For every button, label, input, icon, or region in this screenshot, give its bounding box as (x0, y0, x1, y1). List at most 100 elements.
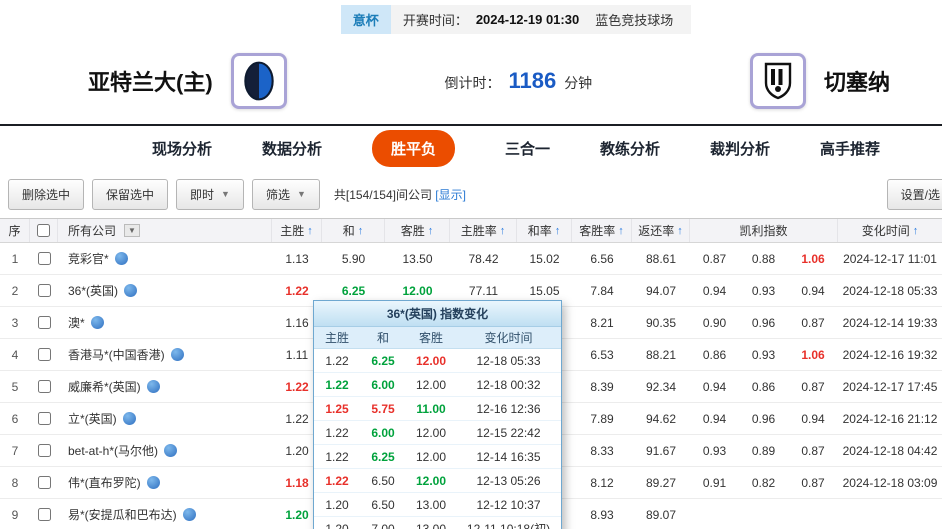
company-detail-icon[interactable] (171, 348, 184, 361)
company-detail-icon[interactable] (147, 380, 160, 393)
popup-away-odds: 12.00 (406, 378, 456, 392)
table-header-row: 序所有公司▼主胜↑和↑客胜↑主胜率↑和率↑客胜率↑返还率↑凯利指数变化时间↑ (0, 218, 942, 243)
row-checkbox-cell (30, 284, 58, 297)
home-team-name: 亚特兰大(主) (88, 65, 213, 97)
popup-away-odds: 12.00 (406, 450, 456, 464)
company-cell[interactable]: 竞彩官* (58, 250, 272, 267)
company-cell[interactable]: bet-at-h*(马尔他) (58, 442, 272, 459)
popup-draw-odds: 5.75 (360, 402, 406, 416)
kelly-index-1: 0.91 (690, 476, 739, 490)
row-checkbox[interactable] (38, 316, 51, 329)
row-checkbox[interactable] (38, 284, 51, 297)
change-time: 2024-12-16 21:12 (838, 412, 942, 426)
tab-win-draw-loss[interactable]: 胜平负 (372, 130, 455, 167)
header-home[interactable]: 主胜↑ (272, 219, 322, 242)
kelly-index-2: 0.86 (739, 380, 788, 394)
away-team-name: 切塞纳 (824, 65, 890, 97)
filter-dropdown[interactable]: 筛选 ▼ (252, 179, 320, 210)
home-team-block: 亚特兰大(主) (88, 53, 287, 109)
company-cell[interactable]: 威廉希*(英国) (58, 378, 272, 395)
popup-draw-odds: 6.25 (360, 450, 406, 464)
match-header: 亚特兰大(主) 倒计时： 1186 分钟 (0, 38, 942, 124)
away-odds: 13.50 (385, 252, 450, 266)
company-cell[interactable]: 伟*(直布罗陀) (58, 474, 272, 491)
tab-live-analysis[interactable]: 现场分析 (152, 138, 212, 159)
header-draw[interactable]: 和↑ (322, 219, 385, 242)
kelly-index-2: 0.93 (739, 348, 788, 362)
select-all-checkbox[interactable] (37, 224, 50, 237)
company-cell[interactable]: 易*(安提瓜和巴布达) (58, 506, 272, 523)
row-number: 8 (0, 476, 30, 490)
tab-coach-analysis[interactable]: 教练分析 (600, 138, 660, 159)
header-home_rate[interactable]: 主胜率↑ (450, 219, 517, 242)
company-detail-icon[interactable] (164, 444, 177, 457)
popup-change-time: 12-18 00:32 (456, 378, 561, 392)
popup-change-time: 12-14 16:35 (456, 450, 561, 464)
countdown-unit: 分钟 (564, 73, 592, 93)
row-checkbox[interactable] (38, 444, 51, 457)
show-link[interactable]: [显示] (435, 188, 466, 202)
popup-row: 1.226.2512.0012-18 05:33 (314, 349, 561, 373)
header-draw_rate[interactable]: 和率↑ (517, 219, 572, 242)
row-checkbox-cell (30, 380, 58, 393)
company-detail-icon[interactable] (115, 252, 128, 265)
league-badge[interactable]: 意杯 (341, 5, 391, 34)
filter-label: 筛选 (266, 186, 290, 203)
tab-referee-analysis[interactable]: 裁判分析 (710, 138, 770, 159)
change-time: 2024-12-17 17:45 (838, 380, 942, 394)
cesena-crest-icon (758, 61, 798, 101)
company-detail-icon[interactable] (124, 284, 137, 297)
row-checkbox-cell (30, 444, 58, 457)
kelly-index-1: 0.94 (690, 284, 739, 298)
time-mode-dropdown[interactable]: 即时 ▼ (176, 179, 244, 210)
header-away[interactable]: 客胜↑ (385, 219, 450, 242)
company-cell[interactable]: 36*(英国) (58, 282, 272, 299)
company-filter-icon[interactable]: ▼ (124, 224, 140, 237)
company-cell[interactable]: 澳* (58, 314, 272, 331)
row-checkbox[interactable] (38, 348, 51, 361)
company-detail-icon[interactable] (183, 508, 196, 521)
return-rate: 91.67 (632, 444, 690, 458)
popup-away-odds: 12.00 (406, 354, 456, 368)
kelly-index-3: 0.87 (788, 380, 838, 394)
return-rate: 94.62 (632, 412, 690, 426)
header-away_rate[interactable]: 客胜率↑ (572, 219, 632, 242)
company-cell[interactable]: 香港马*(中国香港) (58, 346, 272, 363)
company-cell[interactable]: 立*(英国) (58, 410, 272, 427)
settings-button[interactable]: 设置/选 (887, 179, 942, 210)
away-rate: 8.21 (572, 316, 632, 330)
popup-change-time: 12-16 12:36 (456, 402, 561, 416)
change-time: 2024-12-16 19:32 (838, 348, 942, 362)
home-team-logo (231, 53, 287, 109)
delete-selected-button[interactable]: 删除选中 (8, 179, 84, 210)
kelly-index-1: 0.94 (690, 412, 739, 426)
header-return_rate-label: 返还率 (638, 222, 674, 239)
header-time[interactable]: 变化时间↑ (838, 219, 942, 242)
tab-bar: 现场分析 数据分析 胜平负 三合一 教练分析 裁判分析 高手推荐 (0, 124, 942, 170)
tab-expert-picks[interactable]: 高手推荐 (820, 138, 880, 159)
row-checkbox[interactable] (38, 476, 51, 489)
header-kelly-label: 凯利指数 (739, 222, 787, 239)
tab-data-analysis[interactable]: 数据分析 (262, 138, 322, 159)
row-checkbox[interactable] (38, 508, 51, 521)
row-number: 5 (0, 380, 30, 394)
popup-row: 1.255.7511.0012-16 12:36 (314, 397, 561, 421)
keep-selected-button[interactable]: 保留选中 (92, 179, 168, 210)
row-checkbox[interactable] (38, 412, 51, 425)
away-team-logo (750, 53, 806, 109)
row-checkbox[interactable] (38, 380, 51, 393)
popup-away-odds: 11.00 (406, 402, 456, 416)
row-checkbox[interactable] (38, 252, 51, 265)
popup-draw-odds: 6.00 (360, 426, 406, 440)
company-detail-icon[interactable] (91, 316, 104, 329)
header-home_rate-label: 主胜率 (461, 222, 497, 239)
tab-three-in-one[interactable]: 三合一 (505, 138, 550, 159)
kelly-index-1: 0.94 (690, 380, 739, 394)
header-return_rate[interactable]: 返还率↑ (632, 219, 690, 242)
company-detail-icon[interactable] (123, 412, 136, 425)
kelly-index-3: 1.06 (788, 348, 838, 362)
company-name: 香港马*(中国香港) (68, 346, 165, 363)
company-detail-icon[interactable] (147, 476, 160, 489)
company-name: 立*(英国) (68, 410, 117, 427)
away-rate: 8.12 (572, 476, 632, 490)
